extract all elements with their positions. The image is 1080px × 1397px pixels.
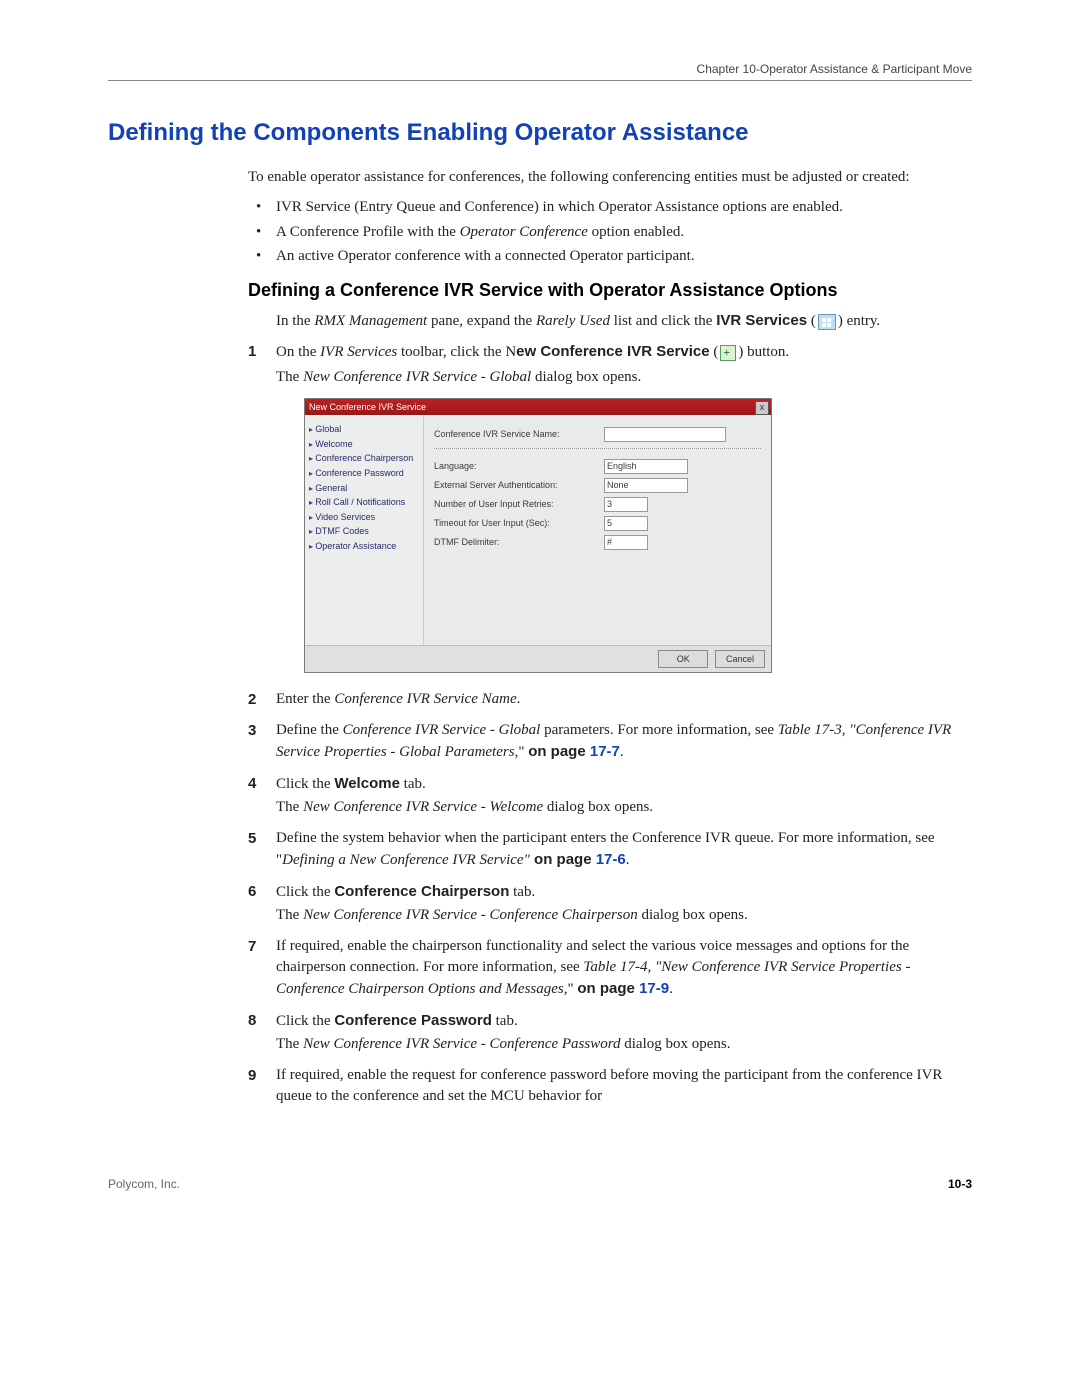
- nav-welcome: Welcome: [309, 438, 419, 451]
- new-ivr-icon: [720, 345, 736, 361]
- subsection-title: Defining a Conference IVR Service with O…: [248, 280, 972, 301]
- step-3: Define the Conference IVR Service - Glob…: [248, 720, 972, 763]
- xref-17-7: 17-7: [590, 743, 620, 760]
- step-8: Click the Conference Password tab. The N…: [248, 1010, 972, 1055]
- xref-17-6: 17-6: [596, 851, 626, 868]
- ok-button: OK: [658, 650, 708, 668]
- step-2: Enter the Conference IVR Service Name.: [248, 689, 972, 710]
- page-number: 10-3: [948, 1177, 972, 1191]
- retries-field: 3: [604, 497, 648, 512]
- nav-chairperson: Conference Chairperson: [309, 452, 419, 465]
- running-header: Chapter 10-Operator Assistance & Partici…: [108, 62, 972, 76]
- nav-operator: Operator Assistance: [309, 540, 419, 553]
- bullet-item: A Conference Profile with the Operator C…: [248, 222, 972, 242]
- step-1: On the IVR Services toolbar, click the N…: [248, 341, 972, 673]
- delim-label: DTMF Delimiter:: [434, 536, 604, 549]
- xref-17-9: 17-9: [639, 980, 669, 997]
- nav-general: General: [309, 482, 419, 495]
- ivr-services-icon: [818, 314, 836, 330]
- dialog-screenshot: New Conference IVR Service x Global Welc…: [304, 398, 772, 673]
- close-icon: x: [755, 401, 769, 415]
- lang-label: Language:: [434, 460, 604, 473]
- dialog-titlebar: New Conference IVR Service x: [305, 399, 771, 415]
- delim-field: #: [604, 535, 648, 550]
- bullet-list: IVR Service (Entry Queue and Conference)…: [248, 197, 972, 266]
- nav-video: Video Services: [309, 511, 419, 524]
- dialog-nav: Global Welcome Conference Chairperson Co…: [305, 415, 424, 645]
- timeout-field: 5: [604, 516, 648, 531]
- page-footer: Polycom, Inc. 10-3: [108, 1177, 972, 1191]
- nav-global: Global: [309, 423, 419, 436]
- ext-field: None: [604, 478, 688, 493]
- bullet-item: An active Operator conference with a con…: [248, 246, 972, 266]
- nav-rollcall: Roll Call / Notifications: [309, 496, 419, 509]
- step-5: Define the system behavior when the part…: [248, 828, 972, 871]
- retries-label: Number of User Input Retries:: [434, 498, 604, 511]
- ext-label: External Server Authentication:: [434, 479, 604, 492]
- nav-password: Conference Password: [309, 467, 419, 480]
- page-title: Defining the Components Enabling Operato…: [108, 119, 972, 147]
- intro-text: To enable operator assistance for confer…: [248, 167, 972, 187]
- header-rule: [108, 80, 972, 81]
- bullet-item: IVR Service (Entry Queue and Conference)…: [248, 197, 972, 217]
- dialog-form: Conference IVR Service Name: Language: E…: [424, 415, 771, 645]
- step-6: Click the Conference Chairperson tab. Th…: [248, 881, 972, 926]
- step-7: If required, enable the chairperson func…: [248, 936, 972, 1000]
- timeout-label: Timeout for User Input (Sec):: [434, 517, 604, 530]
- lead-paragraph: In the RMX Management pane, expand the R…: [276, 311, 972, 331]
- step-list: On the IVR Services toolbar, click the N…: [248, 341, 972, 1107]
- nav-dtmf: DTMF Codes: [309, 525, 419, 538]
- step-9: If required, enable the request for conf…: [248, 1065, 972, 1107]
- step-4: Click the Welcome tab. The New Conferenc…: [248, 773, 972, 818]
- cancel-button: Cancel: [715, 650, 765, 668]
- dialog-footer: OK Cancel: [305, 645, 771, 672]
- name-label: Conference IVR Service Name:: [434, 428, 604, 441]
- name-field: [604, 427, 726, 442]
- footer-left: Polycom, Inc.: [108, 1177, 180, 1191]
- lang-field: English: [604, 459, 688, 474]
